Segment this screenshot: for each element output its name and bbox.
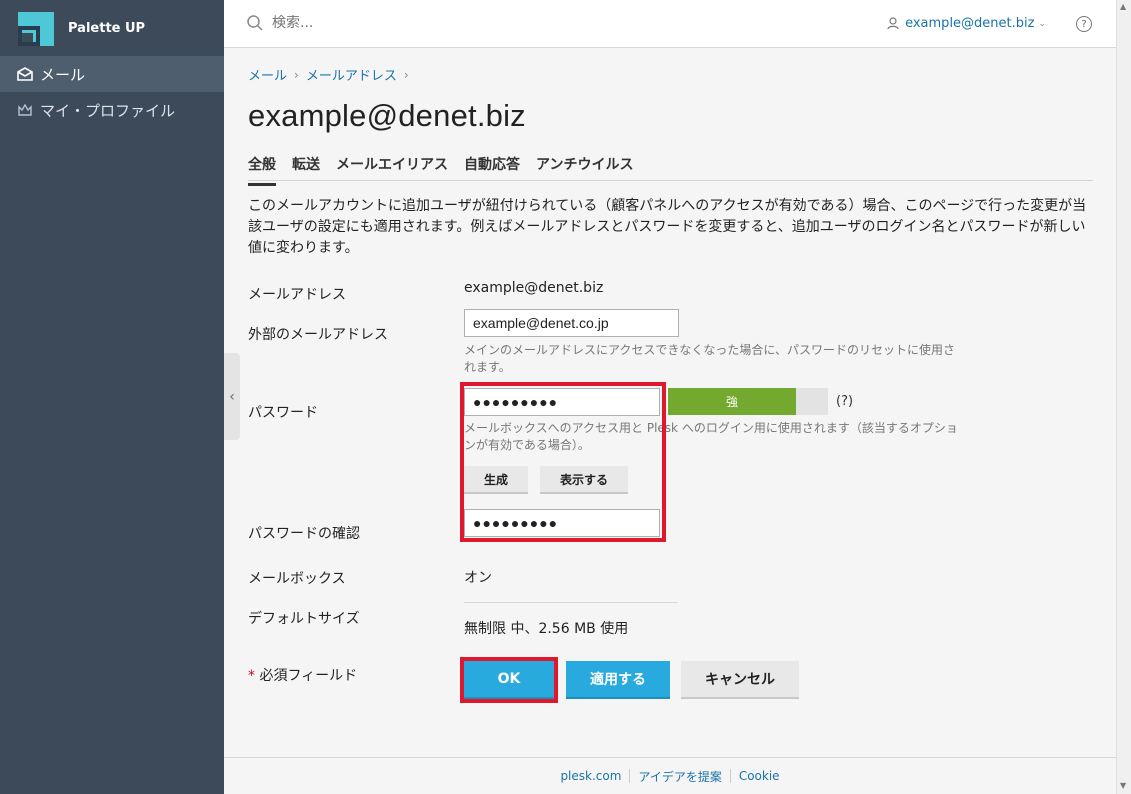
search-icon bbox=[247, 15, 263, 31]
sidebar: Palette UP メール マイ・プロファイル bbox=[0, 0, 224, 794]
external-email-hint: メインのメールアドレスにアクセスできなくなった場合に、パスワードのリセットに使用… bbox=[464, 343, 956, 374]
apply-button[interactable]: 適用する bbox=[566, 661, 670, 699]
confirm-password-label: パスワードの確認 bbox=[248, 526, 360, 542]
brand-name: Palette UP bbox=[68, 20, 146, 36]
default-size-value: 無制限 中、2.56 MB 使用 bbox=[464, 621, 629, 637]
strength-fill: 強 bbox=[668, 388, 796, 415]
scroll-down-arrow-icon[interactable]: ▼ bbox=[1120, 781, 1126, 790]
footer-link-suggest-idea[interactable]: アイデアを提案 bbox=[630, 768, 729, 785]
scrollbar[interactable]: ▲ ▼ bbox=[1116, 0, 1131, 794]
tab-mail-aliases[interactable]: メールエイリアス bbox=[336, 154, 448, 180]
tab-bar: 全般 転送 メールエイリアス 自動応答 アンチウイルス bbox=[248, 154, 1093, 186]
mail-settings-form: メールアドレス example@denet.biz 外部のメールアドレス exa… bbox=[248, 259, 1093, 709]
mailbox-value: オン bbox=[464, 570, 492, 586]
strength-help-link[interactable]: (?) bbox=[836, 394, 853, 409]
required-fields-note: * 必須フィールド bbox=[248, 665, 357, 685]
envelope-icon bbox=[16, 65, 34, 83]
tab-antivirus[interactable]: アンチウイルス bbox=[536, 154, 633, 180]
chevron-left-icon: ‹ bbox=[229, 388, 235, 405]
help-icon[interactable]: ? bbox=[1076, 16, 1092, 32]
required-star: * bbox=[248, 668, 255, 684]
tab-auto-reply[interactable]: 自動応答 bbox=[464, 154, 520, 180]
email-value: example@denet.biz bbox=[464, 280, 604, 296]
default-size-label: デフォルトサイズ bbox=[248, 611, 360, 627]
chevron-right-icon: › bbox=[403, 67, 409, 82]
crown-icon bbox=[16, 101, 34, 119]
brand[interactable]: Palette UP bbox=[0, 0, 224, 56]
cancel-button[interactable]: キャンセル bbox=[681, 661, 799, 699]
breadcrumb: メール › メールアドレス › bbox=[248, 65, 1093, 85]
breadcrumb-link-mail-addresses[interactable]: メールアドレス bbox=[306, 65, 397, 84]
top-bar: example@denet.biz ⌄ ? bbox=[224, 0, 1116, 48]
main-content: メール › メールアドレス › example@denet.biz 全般 転送 … bbox=[248, 48, 1093, 709]
external-email-field[interactable]: example@denet.co.jp bbox=[464, 309, 679, 337]
highlight-box-ok bbox=[460, 657, 558, 703]
divider bbox=[464, 602, 678, 603]
user-email: example@denet.biz bbox=[905, 16, 1035, 31]
footer-link-cookie[interactable]: Cookie bbox=[731, 769, 788, 783]
mailbox-label: メールボックス bbox=[248, 571, 346, 587]
password-strength-meter: 強 bbox=[668, 388, 828, 415]
sidebar-item-label: メール bbox=[40, 65, 86, 84]
page-title: example@denet.biz bbox=[248, 98, 526, 133]
chevron-right-icon: › bbox=[294, 67, 299, 82]
intro-text: このメールアカウントに追加ユーザが紐付けられている（顧客パネルへのアクセスが有効… bbox=[248, 198, 1087, 256]
sidebar-collapse-toggle[interactable]: ‹ bbox=[224, 353, 240, 440]
tab-forwarding[interactable]: 転送 bbox=[292, 154, 320, 180]
chevron-down-icon: ⌄ bbox=[1038, 18, 1046, 29]
external-email-label: 外部のメールアドレス bbox=[248, 327, 388, 343]
password-label: パスワード bbox=[248, 405, 318, 421]
sidebar-item-label: マイ・プロファイル bbox=[40, 101, 176, 120]
email-label: メールアドレス bbox=[248, 287, 346, 303]
sidebar-item-mail[interactable]: メール bbox=[0, 56, 224, 92]
footer: plesk.com アイデアを提案 Cookie bbox=[224, 757, 1116, 794]
sidebar-item-my-profile[interactable]: マイ・プロファイル bbox=[0, 92, 224, 128]
breadcrumb-link-mail[interactable]: メール bbox=[248, 65, 287, 84]
tab-general[interactable]: 全般 bbox=[248, 154, 276, 186]
user-menu[interactable]: example@denet.biz ⌄ bbox=[887, 16, 1046, 31]
footer-link-plesk[interactable]: plesk.com bbox=[552, 769, 629, 783]
search-input[interactable] bbox=[272, 15, 472, 31]
required-label: 必須フィールド bbox=[259, 668, 358, 684]
palette-logo-icon bbox=[16, 8, 58, 48]
highlight-box-password bbox=[460, 382, 666, 542]
search-box bbox=[246, 14, 472, 32]
scroll-up-arrow-icon[interactable]: ▲ bbox=[1120, 2, 1126, 11]
user-icon bbox=[887, 17, 899, 30]
